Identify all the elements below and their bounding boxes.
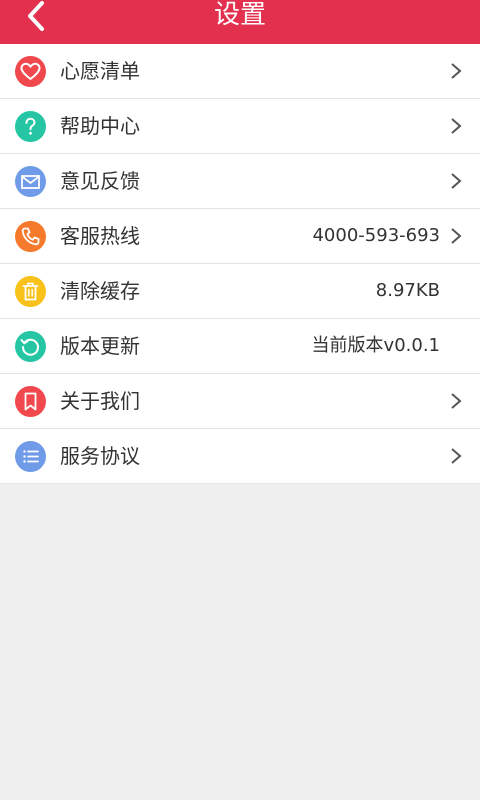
settings-item-label: 版本更新 xyxy=(60,334,140,358)
chevron-right-icon xyxy=(451,63,462,79)
hotline-number: 4000-593-693 xyxy=(312,225,440,246)
settings-item-help-center[interactable]: 帮助中心 xyxy=(0,99,480,154)
question-icon xyxy=(15,111,46,142)
settings-item-service-agreement[interactable]: 服务协议 xyxy=(0,429,480,484)
header-bar: 设置 xyxy=(0,0,480,44)
settings-item-label: 服务协议 xyxy=(60,444,140,468)
chevron-right-icon xyxy=(451,228,462,244)
settings-item-label: 清除缓存 xyxy=(60,279,140,303)
chevron-right-icon xyxy=(451,393,462,409)
settings-item-hotline[interactable]: 客服热线 4000-593-693 xyxy=(0,209,480,264)
chevron-right-icon xyxy=(451,173,462,189)
refresh-icon xyxy=(15,331,46,362)
settings-item-label: 心愿清单 xyxy=(60,59,140,83)
settings-item-label: 意见反馈 xyxy=(60,169,140,193)
bookmark-icon xyxy=(15,386,46,417)
current-version: 当前版本v0.0.1 xyxy=(311,335,440,356)
phone-icon xyxy=(15,221,46,252)
settings-item-label: 客服热线 xyxy=(60,224,140,248)
settings-item-wishlist[interactable]: 心愿清单 xyxy=(0,44,480,99)
settings-item-label: 帮助中心 xyxy=(60,114,140,138)
settings-item-about-us[interactable]: 关于我们 xyxy=(0,374,480,429)
chevron-right-icon xyxy=(451,448,462,464)
chevron-right-icon xyxy=(451,118,462,134)
settings-item-clear-cache[interactable]: 清除缓存 8.97KB xyxy=(0,264,480,319)
cache-size: 8.97KB xyxy=(375,280,440,301)
page-title: 设置 xyxy=(213,0,266,30)
trash-icon xyxy=(15,276,46,307)
settings-item-label: 关于我们 xyxy=(60,389,140,413)
heart-icon xyxy=(15,56,46,87)
list-icon xyxy=(15,441,46,472)
settings-item-version-update[interactable]: 版本更新 当前版本v0.0.1 xyxy=(0,319,480,374)
mail-icon xyxy=(15,166,46,197)
settings-item-feedback[interactable]: 意见反馈 xyxy=(0,154,480,209)
settings-list: 心愿清单 帮助中心 意见反馈 客服热线 4000-593-693 清除缓存 8.… xyxy=(0,44,480,484)
